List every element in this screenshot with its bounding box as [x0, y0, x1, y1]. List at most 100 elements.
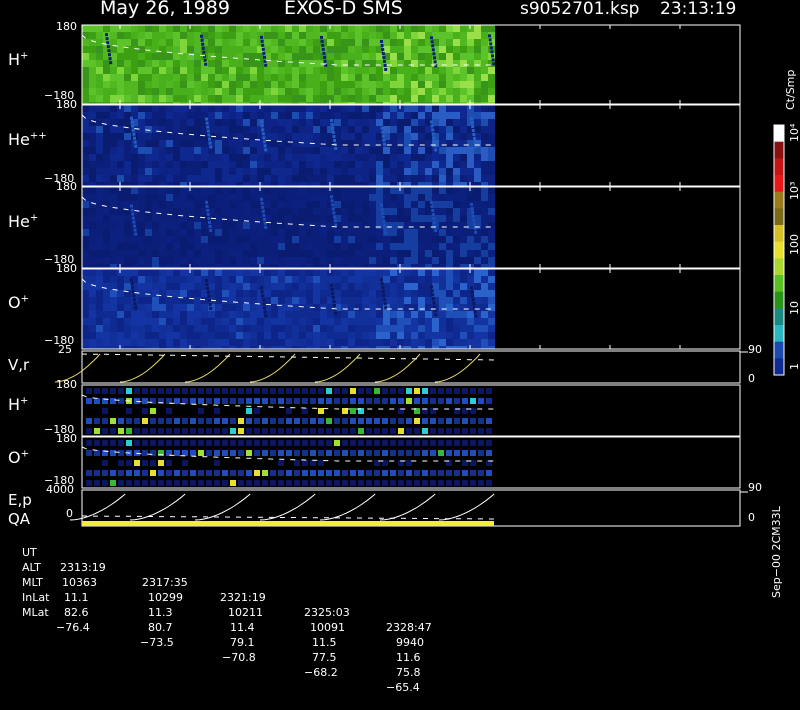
heatmap-cell	[89, 67, 96, 74]
heatmap-cell	[236, 95, 243, 102]
heatmap-streak	[200, 34, 203, 38]
heatmap-cell	[96, 215, 103, 222]
small-heatmap-cell	[382, 428, 388, 434]
heatmap-cell	[460, 119, 467, 126]
heatmap-cell	[201, 215, 208, 222]
heatmap-cell	[229, 74, 236, 81]
heatmap-cell	[117, 46, 124, 53]
heatmap-cell	[383, 175, 390, 182]
heatmap-streak	[471, 129, 475, 133]
heatmap-cell	[439, 175, 446, 182]
heatmap-cell	[152, 325, 159, 332]
heatmap-cell	[467, 60, 474, 67]
ep-right-top: 90	[748, 481, 762, 494]
heatmap-cell	[215, 161, 222, 168]
heatmap-cell	[166, 325, 173, 332]
heatmap-cell	[159, 187, 166, 194]
heatmap-cell	[124, 311, 131, 318]
heatmap-cell	[89, 154, 96, 161]
heatmap-cell	[96, 318, 103, 325]
small-heatmap-cell	[286, 440, 292, 446]
small-heatmap-cell	[302, 440, 308, 446]
heatmap-cell	[110, 126, 117, 133]
small-heatmap-cell	[414, 418, 420, 424]
heatmap-cell	[145, 25, 152, 32]
heatmap-cell	[306, 81, 313, 88]
heatmap-cell	[390, 332, 397, 339]
heatmap-cell	[236, 39, 243, 46]
small-heatmap-cell	[406, 460, 412, 466]
small-heatmap-cell	[118, 450, 124, 456]
heatmap-cell	[404, 74, 411, 81]
heatmap-cell	[334, 25, 341, 32]
heatmap-cell	[131, 236, 138, 243]
heatmap-cell	[201, 168, 208, 175]
heatmap-cell	[145, 311, 152, 318]
small-heatmap-cell	[230, 470, 236, 476]
heatmap-cell	[481, 208, 488, 215]
heatmap-cell	[418, 229, 425, 236]
heatmap-cell	[103, 290, 110, 297]
heatmap-cell	[166, 264, 173, 268]
heatmap-streak	[380, 39, 383, 43]
heatmap-cell	[278, 161, 285, 168]
heatmap-cell	[299, 46, 306, 53]
heatmap-cell	[355, 119, 362, 126]
small-heatmap-cell	[358, 440, 364, 446]
heatmap-streak	[264, 314, 268, 318]
heatmap-cell	[390, 112, 397, 119]
heatmap-streak	[472, 133, 476, 137]
heatmap-cell	[404, 201, 411, 208]
heatmap-cell	[89, 161, 96, 168]
table-row: MLT 11.1 11.3 11.4 11.5 11.6	[22, 560, 421, 664]
heatmap-cell	[82, 133, 89, 140]
heatmap-cell	[474, 276, 481, 283]
heatmap-cell	[159, 88, 166, 95]
heatmap-cell	[257, 161, 264, 168]
small-heatmap-cell	[134, 418, 140, 424]
heatmap-cell	[376, 222, 383, 229]
heatmap-cell	[215, 290, 222, 297]
heatmap-cell	[194, 332, 201, 339]
heatmap-cell	[138, 74, 145, 81]
heatmap-streak	[471, 294, 475, 298]
heatmap-cell	[341, 318, 348, 325]
heatmap-cell	[362, 201, 369, 208]
heatmap-cell	[250, 276, 257, 283]
heatmap-cell	[215, 208, 222, 215]
heatmap-streak	[471, 125, 475, 129]
heatmap-cell	[236, 332, 243, 339]
heatmap-cell	[460, 88, 467, 95]
heatmap-cell	[264, 105, 271, 112]
heatmap-cell	[306, 332, 313, 339]
heatmap-cell	[383, 276, 390, 283]
heatmap-cell	[264, 243, 271, 250]
heatmap-streak	[382, 138, 386, 142]
heatmap-cell	[292, 168, 299, 175]
heatmap-cell	[488, 147, 495, 154]
heatmap-cell	[460, 39, 467, 46]
heatmap-cell	[439, 222, 446, 229]
heatmap-cell	[306, 168, 313, 175]
small-heatmap-cell	[134, 440, 140, 446]
colorbar-tick-100: 100	[788, 234, 800, 255]
heatmap-cell	[103, 283, 110, 290]
heatmap-cell	[215, 60, 222, 67]
heatmap-cell	[411, 297, 418, 304]
heatmap-cell	[89, 46, 96, 53]
heatmap-cell	[166, 95, 173, 102]
small-heatmap-cell	[102, 428, 108, 434]
heatmap-cell	[173, 304, 180, 311]
heatmap-cell	[292, 283, 299, 290]
heatmap-cell	[166, 215, 173, 222]
heatmap-cell	[264, 229, 271, 236]
heatmap-cell	[411, 175, 418, 182]
heatmap-cell	[145, 208, 152, 215]
small-heatmap-cell	[206, 470, 212, 476]
heatmap-cell	[292, 276, 299, 283]
heatmap-cell	[250, 60, 257, 67]
heatmap-cell	[306, 112, 313, 119]
heatmap-cell	[103, 243, 110, 250]
heatmap-cell	[222, 332, 229, 339]
heatmap-cell	[180, 269, 187, 276]
